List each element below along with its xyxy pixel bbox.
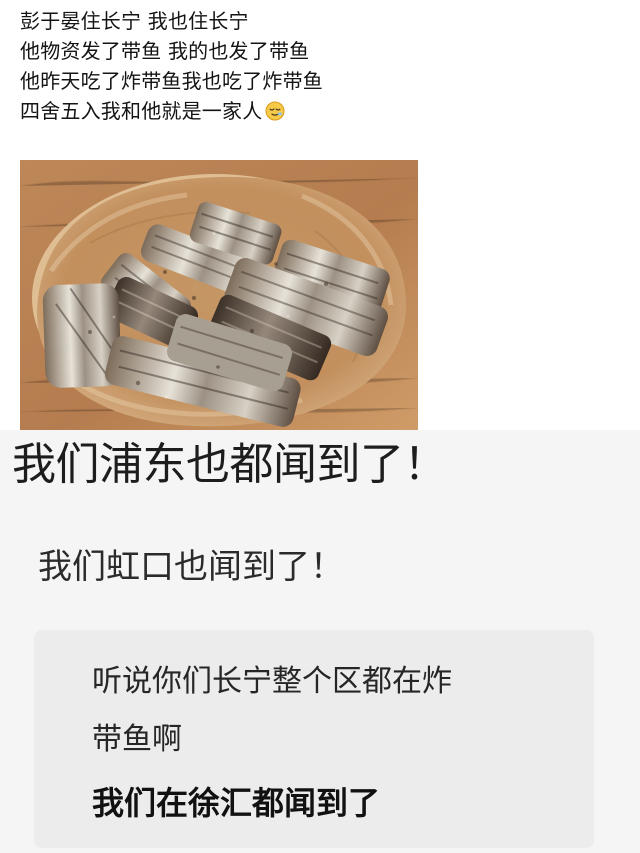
- pudong-reply: 我们浦东也都闻到了！: [12, 439, 448, 490]
- changning-comment-line-1: 听说你们长宁整个区都在炸: [92, 664, 452, 699]
- post-text: 彭于晏住长宁 我也住长宁 他物资发了带鱼 我的也发了带鱼 他昨天吃了炸带鱼我也吃…: [20, 6, 620, 126]
- sleepy-face-icon: [265, 99, 285, 121]
- post-line-2: 他物资发了带鱼 我的也发了带鱼: [20, 39, 310, 63]
- post-line-1: 彭于晏住长宁 我也住长宁: [20, 9, 249, 33]
- post-line-4: 四舍五入我和他就是一家人: [20, 96, 620, 126]
- xuhui-reply: 我们在徐汇都闻到了: [92, 784, 381, 822]
- hongkou-reply: 我们虹口也闻到了！: [38, 547, 344, 587]
- changning-quoted-comment: 听说你们长宁整个区都在炸 带鱼啊: [92, 653, 572, 769]
- post-line-3: 他昨天吃了炸带鱼我也吃了炸带鱼: [20, 69, 323, 93]
- post-line-4-text: 四舍五入我和他就是一家人: [20, 99, 263, 123]
- meme-image: 彭于晏住长宁 我也住长宁 他物资发了带鱼 我的也发了带鱼 他昨天吃了炸带鱼我也吃…: [0, 0, 640, 853]
- changning-comment-line-2: 带鱼啊: [92, 722, 182, 757]
- fried-hairtail-photo: [20, 160, 418, 430]
